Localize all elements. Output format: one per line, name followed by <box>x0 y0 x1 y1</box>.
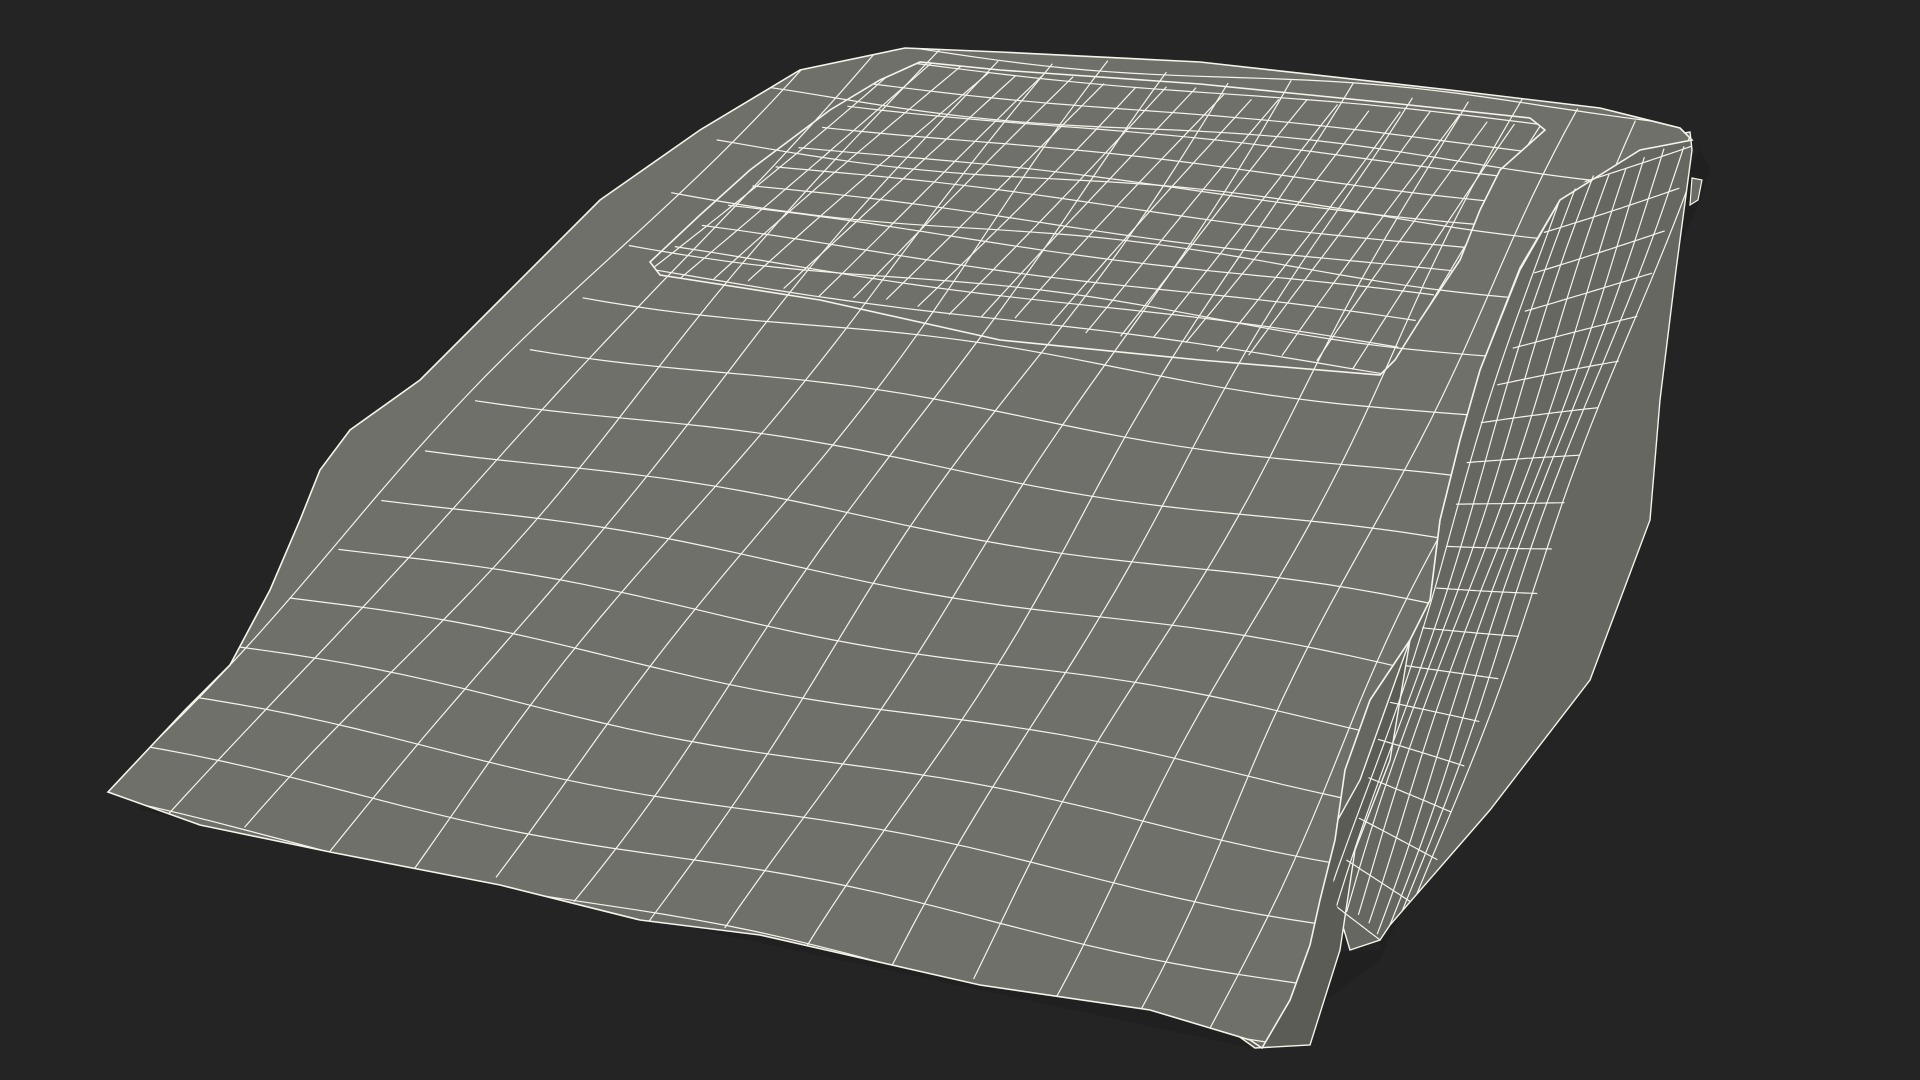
bed-frame-edge <box>1689 177 1703 207</box>
wireframe-render <box>106 47 1710 1050</box>
3d-viewport[interactable] <box>0 0 1920 1080</box>
